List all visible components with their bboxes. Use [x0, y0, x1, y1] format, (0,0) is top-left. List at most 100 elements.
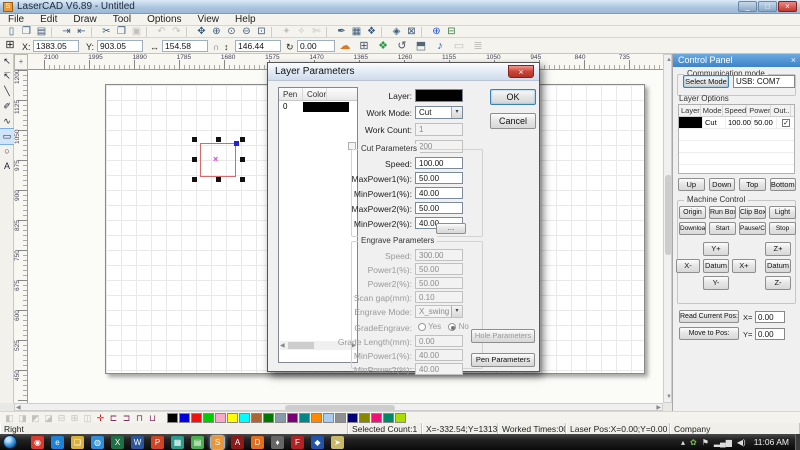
- jog-y-minus-button[interactable]: Y-: [703, 276, 729, 290]
- ellipse-tool[interactable]: ○: [0, 144, 14, 159]
- palette-swatch[interactable]: [311, 413, 322, 423]
- shield-app-icon[interactable]: ◆: [311, 436, 324, 449]
- palette-swatch[interactable]: [275, 413, 286, 423]
- menu-item[interactable]: Tool: [105, 14, 139, 26]
- selection-handle[interactable]: [240, 177, 245, 182]
- chrome-icon[interactable]: ◉: [31, 436, 44, 449]
- align-edge-right-icon[interactable]: ⊐: [120, 412, 133, 424]
- extra-icon-1[interactable]: ▭: [452, 39, 466, 53]
- ungroup-icon[interactable]: ◨: [16, 412, 29, 424]
- start-button[interactable]: [3, 435, 17, 449]
- select-tool[interactable]: ↖: [0, 54, 14, 69]
- horizontal-scrollbar[interactable]: ◀ ▶: [14, 403, 663, 411]
- internet-explorer-icon[interactable]: e: [51, 436, 64, 449]
- target-icon[interactable]: ⊕: [429, 26, 444, 38]
- start-button[interactable]: Start: [709, 222, 736, 235]
- read-current-pos-button[interactable]: Read Current Pos:: [679, 310, 739, 323]
- palette-swatch[interactable]: [359, 413, 370, 423]
- toolbar-icon[interactable]: [271, 27, 277, 37]
- jog-y-plus-button[interactable]: Y+: [703, 242, 729, 256]
- panel-close-icon[interactable]: ×: [791, 54, 796, 67]
- datum-z-button[interactable]: Datum: [765, 259, 791, 273]
- down-button[interactable]: Down: [709, 178, 736, 191]
- x-pos-field[interactable]: 0.00: [755, 311, 785, 323]
- measure-icon[interactable]: ❖: [364, 26, 379, 38]
- node-icon[interactable]: ◈: [389, 26, 404, 38]
- minimize-button[interactable]: _: [738, 1, 757, 12]
- palette-swatch[interactable]: [287, 413, 298, 423]
- align-right-icon[interactable]: ◪: [42, 412, 55, 424]
- menu-item[interactable]: File: [0, 14, 32, 26]
- redo-icon[interactable]: ↷: [169, 26, 184, 38]
- more-options-button[interactable]: ...: [436, 223, 466, 234]
- align-edge-top-icon[interactable]: ⊓: [133, 412, 146, 424]
- jog-z-minus-button[interactable]: Z-: [765, 276, 791, 290]
- vscroll-thumb[interactable]: [665, 175, 672, 255]
- palette-swatch[interactable]: [203, 413, 214, 423]
- mirror-h-icon[interactable]: ⊟: [55, 412, 68, 424]
- rotate-icon[interactable]: ↺: [395, 39, 409, 53]
- selection-handle[interactable]: [216, 137, 221, 142]
- zoom-all-icon[interactable]: ⊡: [254, 26, 269, 38]
- extra-icon-2[interactable]: ≣: [471, 39, 485, 53]
- jog-x-plus-button[interactable]: X+: [732, 259, 756, 273]
- selection-handle[interactable]: [192, 177, 197, 182]
- google-earth-icon[interactable]: ◍: [91, 436, 104, 449]
- select-mode-button[interactable]: Select Mode: [683, 75, 729, 88]
- cloud-output-icon[interactable]: ☁: [338, 39, 352, 53]
- center-icon[interactable]: ◫: [81, 412, 94, 424]
- polyline-tool[interactable]: ✐: [0, 99, 14, 114]
- layer-options-table[interactable]: LayerModeSpeedPowerOut.. Cut 100.00 50.0…: [678, 104, 795, 174]
- pause-contin-button[interactable]: Pause/Contin: [739, 222, 766, 235]
- pan-icon[interactable]: ✥: [194, 26, 209, 38]
- excel-icon[interactable]: X: [111, 436, 124, 449]
- lock-ratio-icon[interactable]: ∩: [213, 42, 219, 52]
- angle-field[interactable]: 0.00: [297, 40, 335, 52]
- palette-swatch[interactable]: [383, 413, 394, 423]
- palette-swatch[interactable]: [347, 413, 358, 423]
- new-icon[interactable]: ▯: [4, 26, 19, 38]
- toolbar-icon[interactable]: [381, 27, 387, 37]
- lasercad-icon[interactable]: S: [211, 436, 224, 449]
- selection-handle[interactable]: [240, 137, 245, 142]
- bottom-button[interactable]: Bottom: [770, 178, 797, 191]
- layer-color-icon[interactable]: ❖: [376, 39, 390, 53]
- menu-item[interactable]: Edit: [32, 14, 65, 26]
- node-edit-tool[interactable]: ↸: [0, 69, 14, 84]
- dialog-close-button[interactable]: ×: [508, 65, 534, 78]
- cut-param-field[interactable]: 100.00: [415, 157, 463, 169]
- grade-yes-radio[interactable]: [418, 323, 426, 331]
- palette-swatch[interactable]: [167, 413, 178, 423]
- bezier-tool[interactable]: ∿: [0, 114, 14, 129]
- grid-array-icon[interactable]: ⊞: [357, 39, 371, 53]
- selection-handle[interactable]: [192, 157, 197, 162]
- tray-flag-icon[interactable]: ⚑: [702, 438, 709, 447]
- palette-swatch[interactable]: [263, 413, 274, 423]
- menu-item[interactable]: View: [190, 14, 228, 26]
- palette-swatch[interactable]: [335, 413, 346, 423]
- group-icon[interactable]: ◧: [3, 412, 16, 424]
- grade-no-radio[interactable]: [448, 323, 456, 331]
- show-desktop-button[interactable]: [795, 434, 800, 450]
- palette-swatch[interactable]: [299, 413, 310, 423]
- knife-icon[interactable]: ✄: [309, 26, 324, 38]
- align-edge-left-icon[interactable]: ⊏: [107, 412, 120, 424]
- menu-item[interactable]: Draw: [65, 14, 104, 26]
- sound-icon[interactable]: ♪: [433, 39, 447, 53]
- stop-button[interactable]: Stop: [769, 222, 796, 235]
- combo-arrow-icon[interactable]: ▾: [451, 107, 462, 118]
- import-icon[interactable]: ⇥: [59, 26, 74, 38]
- grid-app-icon[interactable]: ▦: [171, 436, 184, 449]
- tray-leaf-icon[interactable]: ✿: [690, 438, 697, 447]
- work-mode-combo[interactable]: Cut ▾: [415, 106, 463, 119]
- pen-parameters-button[interactable]: Pen Parameters: [471, 353, 535, 367]
- palette-swatch[interactable]: [371, 413, 382, 423]
- align-edge-bottom-icon[interactable]: ⊔: [146, 412, 159, 424]
- cancel-button[interactable]: Cancel: [490, 113, 536, 129]
- export-icon[interactable]: ⇤: [74, 26, 89, 38]
- zoom-in-icon[interactable]: ⊕: [209, 26, 224, 38]
- tray-expand-icon[interactable]: ▴: [681, 438, 685, 447]
- line-tool[interactable]: ╲: [0, 84, 14, 99]
- text-tool[interactable]: A: [0, 159, 14, 174]
- top-button[interactable]: Top: [739, 178, 766, 191]
